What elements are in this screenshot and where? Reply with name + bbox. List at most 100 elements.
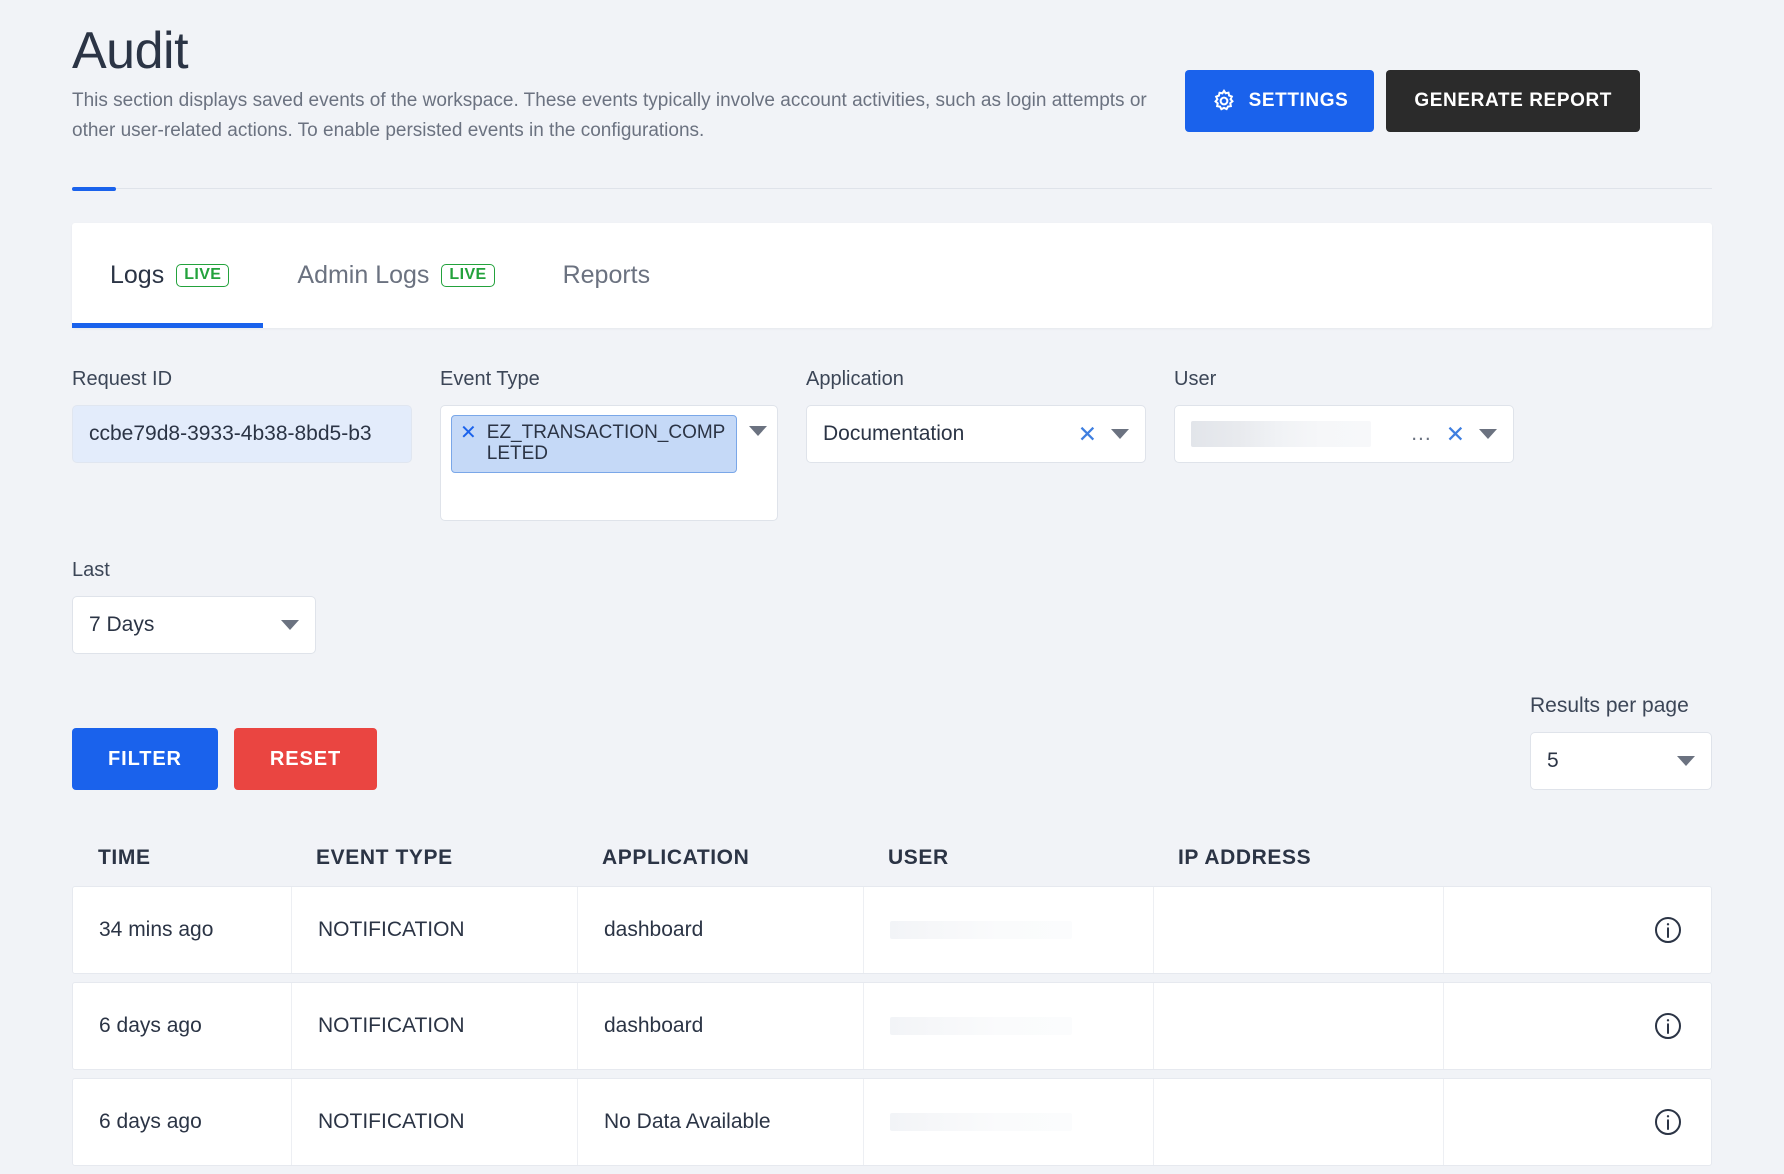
table-header-row: TIME EVENT TYPE APPLICATION USER IP ADDR… [72, 830, 1712, 886]
audit-log-table: TIME EVENT TYPE APPLICATION USER IP ADDR… [72, 830, 1712, 1167]
event-type-field: Event Type ✕ EZ_TRANSACTION_COMPLETED [440, 368, 778, 522]
user-redacted [890, 921, 1072, 940]
reset-button-label: RESET [269, 747, 342, 770]
divider-line [72, 188, 1712, 190]
user-redacted [890, 1113, 1072, 1132]
user-field: User ... ✕ [1174, 368, 1514, 464]
generate-report-button[interactable]: GENERATE REPORT [1386, 70, 1640, 132]
cell-event-type: NOTIFICATION [291, 887, 577, 974]
filter-button[interactable]: FILTER [72, 728, 218, 791]
cell-details[interactable] [1443, 983, 1711, 1070]
cell-ip-address [1153, 983, 1443, 1070]
results-per-page-label: Results per page [1530, 694, 1689, 718]
application-label: Application [806, 368, 904, 391]
column-header-event-type: EVENT TYPE [316, 846, 453, 870]
settings-button-label: SETTINGS [1248, 90, 1349, 111]
user-controls: ... ✕ [1411, 422, 1497, 446]
last-controls [281, 620, 299, 631]
divider-accent [72, 187, 116, 192]
chevron-down-icon[interactable] [1479, 429, 1497, 440]
header-divider [72, 187, 1712, 192]
results-per-page-controls [1677, 756, 1695, 767]
info-icon[interactable] [1653, 1011, 1683, 1041]
column-header-application: APPLICATION [602, 846, 750, 870]
user-label: User [1174, 368, 1217, 391]
cell-application: dashboard [577, 887, 863, 974]
cell-time: 34 mins ago [99, 918, 214, 942]
column-header-user: USER [888, 846, 949, 870]
tab-bar: Logs LIVE Admin Logs LIVE Reports [72, 223, 1712, 329]
results-per-page-field: Results per page 5 [1530, 694, 1712, 791]
event-type-label: Event Type [440, 368, 540, 391]
last-value: 7 Days [89, 613, 155, 637]
user-value-ellipsis: ... [1411, 422, 1432, 446]
header-actions: SETTINGS GENERATE REPORT [1184, 70, 1640, 132]
last-label: Last [72, 559, 110, 582]
application-controls: ✕ [1078, 422, 1129, 446]
tab-logs-label: Logs [110, 261, 165, 290]
chevron-down-icon[interactable] [1111, 429, 1129, 440]
table-row[interactable]: 6 days ago NOTIFICATION No Data Availabl… [72, 1078, 1712, 1167]
filter-actions-row: FILTER RESET Results per page 5 [72, 694, 1712, 791]
cell-application: No Data Available [577, 1079, 863, 1166]
cell-application: dashboard [577, 983, 863, 1070]
results-per-page-value: 5 [1547, 749, 1559, 773]
reset-button[interactable]: RESET [233, 728, 378, 791]
request-id-label: Request ID [72, 368, 173, 391]
gear-icon [1211, 88, 1237, 114]
tab-logs[interactable]: Logs LIVE [72, 223, 264, 329]
info-icon[interactable] [1653, 915, 1683, 945]
column-header-ip-address: IP ADDRESS [1178, 846, 1312, 870]
request-id-input[interactable]: ccbe79d8-3933-4b38-8bd5-b3 [72, 405, 412, 464]
page-header: Audit This section displays saved events… [72, 0, 1712, 145]
user-value-redacted [1191, 421, 1371, 448]
tab-admin-logs[interactable]: Admin Logs LIVE [263, 223, 528, 328]
cell-user [863, 1079, 1153, 1166]
request-id-value: ccbe79d8-3933-4b38-8bd5-b3 [89, 422, 372, 446]
audit-page: Audit This section displays saved events… [0, 0, 1784, 1174]
application-clear-icon[interactable]: ✕ [1078, 422, 1097, 446]
user-redacted [890, 1017, 1072, 1036]
chip-remove-icon[interactable]: ✕ [460, 422, 477, 444]
table-row[interactable]: 34 mins ago NOTIFICATION dashboard [72, 886, 1712, 975]
settings-button[interactable]: SETTINGS [1184, 70, 1375, 132]
last-select[interactable]: 7 Days [72, 596, 316, 655]
last-field: Last 7 Days [72, 559, 1712, 655]
cell-user [863, 887, 1153, 974]
cell-details[interactable] [1443, 1079, 1711, 1166]
application-field: Application Documentation ✕ [806, 368, 1146, 464]
user-select[interactable]: ... ✕ [1174, 405, 1514, 464]
tab-logs-live-badge: LIVE [176, 264, 230, 288]
cell-event-type: NOTIFICATION [291, 1079, 577, 1166]
event-type-multiselect[interactable]: ✕ EZ_TRANSACTION_COMPLETED [440, 405, 778, 522]
tab-reports[interactable]: Reports [529, 223, 685, 328]
info-icon[interactable] [1653, 1107, 1683, 1137]
cell-ip-address [1153, 1079, 1443, 1166]
tab-admin-logs-live-badge: LIVE [441, 264, 495, 288]
page-description: This section displays saved events of th… [72, 90, 1147, 141]
filter-bar: Request ID ccbe79d8-3933-4b38-8bd5-b3 Ev… [72, 368, 1712, 522]
chevron-down-icon[interactable] [281, 620, 299, 631]
application-value: Documentation [823, 422, 965, 446]
chevron-down-icon [749, 426, 767, 437]
cell-event-type: NOTIFICATION [291, 983, 577, 1070]
application-select[interactable]: Documentation ✕ [806, 405, 1146, 464]
user-clear-icon[interactable]: ✕ [1446, 422, 1465, 446]
tab-reports-label: Reports [562, 261, 651, 290]
tab-admin-logs-label: Admin Logs [297, 261, 430, 290]
event-type-chip[interactable]: ✕ EZ_TRANSACTION_COMPLETED [451, 415, 737, 473]
table-row[interactable]: 6 days ago NOTIFICATION dashboard [72, 982, 1712, 1071]
results-per-page-select[interactable]: 5 [1530, 732, 1712, 791]
cell-ip-address [1153, 887, 1443, 974]
generate-report-label: GENERATE REPORT [1414, 90, 1612, 111]
event-type-chip-label: EZ_TRANSACTION_COMPLETED [486, 422, 726, 465]
cell-time: 6 days ago [99, 1110, 202, 1134]
column-header-time: TIME [98, 846, 151, 870]
filter-button-label: FILTER [108, 747, 182, 770]
chevron-down-icon[interactable] [1677, 756, 1695, 767]
cell-details[interactable] [1443, 887, 1711, 974]
cell-user [863, 983, 1153, 1070]
cell-time: 6 days ago [99, 1014, 202, 1038]
request-id-field: Request ID ccbe79d8-3933-4b38-8bd5-b3 [72, 368, 412, 464]
event-type-dropdown-caret[interactable] [749, 426, 767, 437]
